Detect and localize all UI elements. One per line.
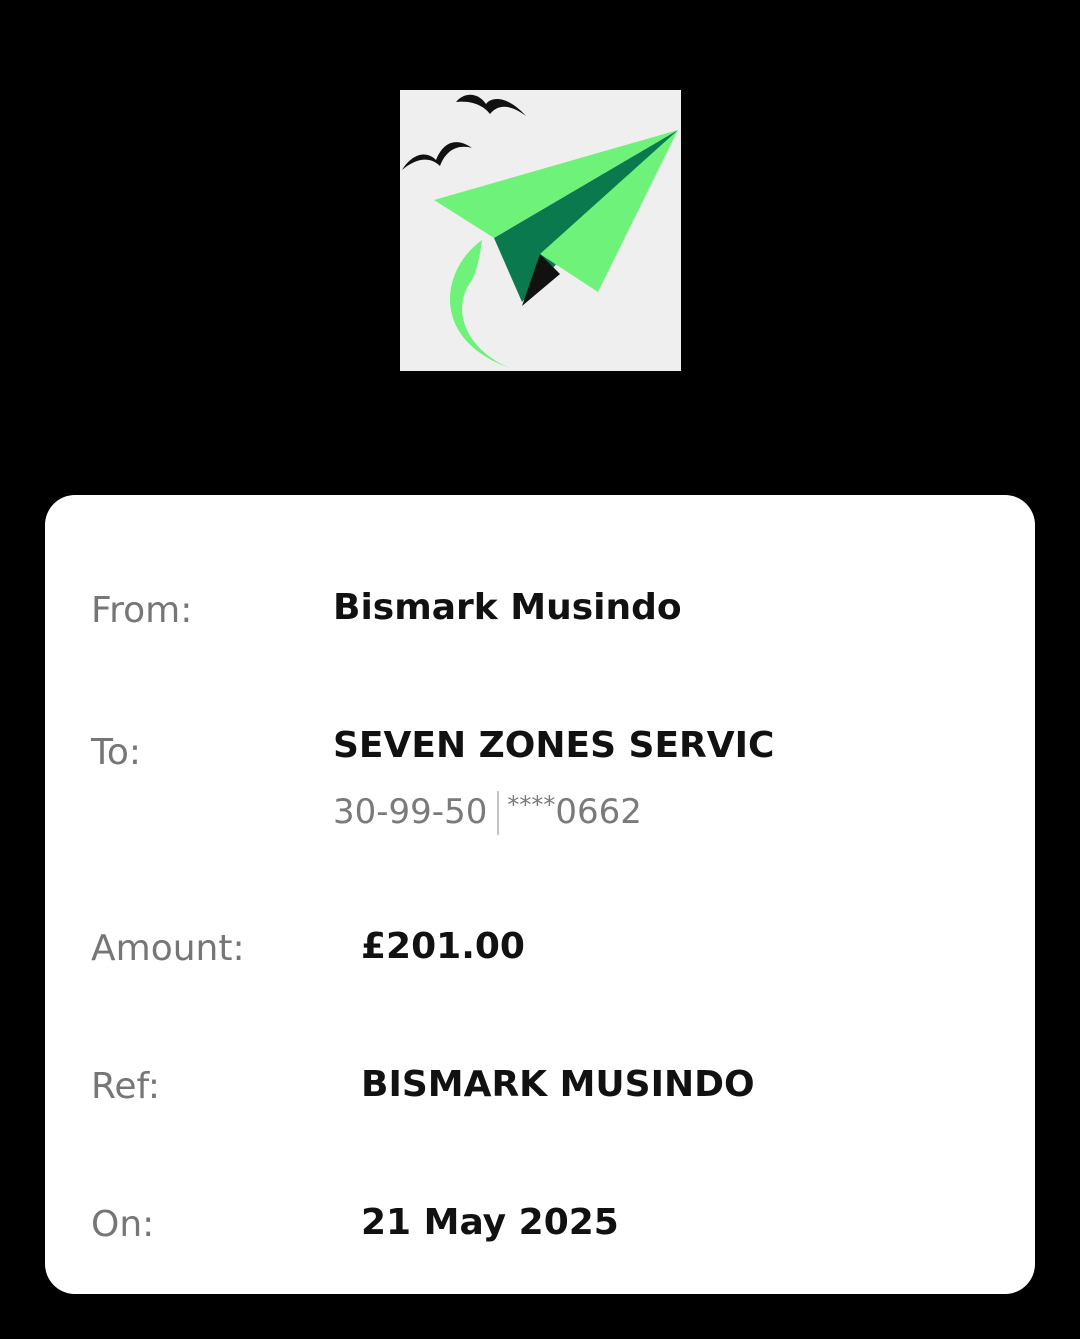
- on-label: On:: [91, 1204, 155, 1245]
- ref-label: Ref:: [91, 1066, 161, 1107]
- amount-label: Amount:: [91, 928, 245, 969]
- from-label: From:: [91, 590, 193, 631]
- on-value: 21 May 2025: [361, 1202, 619, 1243]
- account-details: 30-99-50 ****0662: [333, 785, 642, 835]
- amount-value: £201.00: [361, 926, 525, 967]
- paper-plane-logo: [400, 90, 681, 371]
- to-label: To:: [91, 732, 142, 773]
- paper-plane-logo-icon: [402, 94, 678, 368]
- from-value: Bismark Musindo: [333, 587, 682, 628]
- sort-code: 30-99-50: [333, 792, 488, 832]
- ref-value: BISMARK MUSINDO: [361, 1064, 755, 1105]
- divider: [497, 791, 500, 835]
- to-value: SEVEN ZONES SERVIC: [333, 725, 775, 766]
- account-mask: ****: [507, 791, 556, 819]
- payment-details-card: From: Bismark Musindo To: SEVEN ZONES SE…: [45, 495, 1035, 1294]
- account-last4: 0662: [555, 792, 642, 832]
